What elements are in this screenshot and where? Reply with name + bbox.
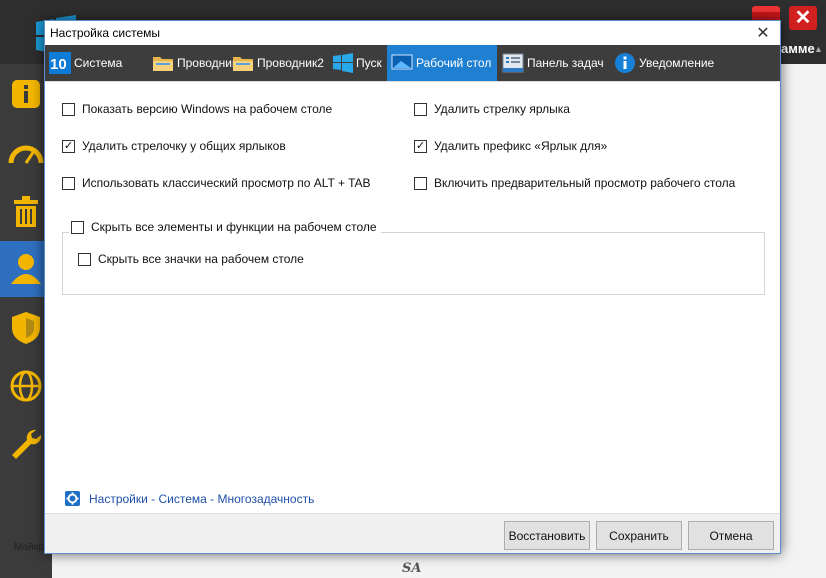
user-icon	[8, 250, 44, 289]
windows-logo-icon	[333, 52, 353, 74]
dialog-footer: Восстановить Сохранить Отмена	[45, 513, 780, 553]
tab-label: Уведомление	[639, 56, 715, 70]
checkbox-unchecked[interactable]	[414, 102, 427, 116]
shield-icon	[9, 310, 43, 349]
multitasking-settings-link[interactable]: Настройки - Система - Многозадачность	[65, 491, 314, 506]
chevron-up-icon[interactable]: ▲	[814, 44, 823, 54]
option-right-3[interactable]: Включить предварительный просмотр рабоче…	[414, 176, 735, 190]
save-button[interactable]: Сохранить	[596, 521, 682, 550]
background-title-fragment: амме	[781, 41, 815, 56]
tab-label: Проводник2	[257, 56, 324, 70]
info-icon	[9, 77, 43, 114]
tab-bar: 10 Система Проводник1 Проводник2 Пуск Рабочий…	[45, 45, 780, 81]
folder-icon	[152, 52, 174, 74]
hide-desktop-icons-option-label: Скрыть все значки на рабочем столе	[98, 252, 304, 266]
option-left-3[interactable]: Использовать классический просмотр по AL…	[62, 176, 371, 190]
globe-icon	[9, 369, 43, 406]
multitasking-link-label[interactable]: Настройки - Система - Многозадачность	[89, 492, 314, 506]
checkbox-checked[interactable]: ✓	[62, 139, 75, 153]
tab-label: Пуск	[356, 56, 382, 70]
dialog-titlebar: Настройка системы	[45, 21, 780, 45]
desktop-icon	[391, 52, 413, 74]
checkbox-unchecked[interactable]	[62, 176, 75, 190]
dialog-title: Настройка системы	[50, 26, 161, 40]
tab-label: Панель задач	[527, 56, 604, 70]
background-bottom-label: Майкр	[14, 542, 44, 553]
checkbox-unchecked[interactable]	[78, 252, 91, 266]
tab-1[interactable]: 10 Система	[45, 45, 123, 81]
checkbox-checked[interactable]: ✓	[414, 139, 427, 153]
wrench-icon	[9, 427, 43, 464]
windows10-icon: 10	[49, 52, 71, 74]
option-left-1-label: Показать версию Windows на рабочем столе	[82, 102, 333, 116]
trash-icon	[11, 195, 41, 232]
tab-label: Рабочий стол	[416, 56, 492, 70]
option-left-1[interactable]: Показать версию Windows на рабочем столе	[62, 102, 332, 116]
tab-7[interactable]: Уведомление	[610, 45, 718, 81]
option-right-1[interactable]: Удалить стрелку ярлыка	[414, 102, 570, 116]
tab-2[interactable]: Проводник1	[148, 45, 244, 81]
svg-text:10: 10	[50, 56, 67, 73]
option-right-2[interactable]: ✓ Удалить префикс «Ярлык для»	[414, 139, 607, 153]
option-left-2[interactable]: ✓ Удалить стрелочку у общих ярлыков	[62, 139, 286, 153]
tab-label: Система	[74, 56, 123, 70]
folder-icon	[232, 52, 254, 74]
desktop-settings-panel: Настройки - Система - Многозадачность По…	[45, 81, 780, 513]
gauge-icon	[8, 137, 44, 170]
watermark: SA	[402, 561, 422, 576]
settings-dialog: Настройка системы ✕ 10 Система Проводник1 П…	[44, 20, 781, 554]
option-left-2-label: Удалить стрелочку у общих ярлыков	[82, 139, 286, 153]
checkbox-unchecked[interactable]	[71, 220, 84, 234]
checkbox-unchecked[interactable]	[62, 102, 75, 116]
option-right-3-label: Включить предварительный просмотр рабоче…	[434, 176, 736, 190]
option-left-3-label: Использовать классический просмотр по AL…	[82, 176, 371, 190]
hide-all-elements-option[interactable]: Скрыть все элементы и функции на рабочем…	[69, 220, 381, 234]
cancel-button[interactable]: Отмена	[688, 521, 774, 550]
hide-desktop-icons-option[interactable]: Скрыть все значки на рабочем столе	[78, 252, 304, 266]
taskbar-icon	[502, 52, 524, 74]
tab-6[interactable]: Панель задач	[498, 45, 610, 81]
gear-icon	[65, 491, 80, 506]
tab-3[interactable]: Проводник2	[228, 45, 328, 81]
tab-5[interactable]: Рабочий стол	[387, 45, 497, 81]
background-close-button[interactable]: ✕	[789, 6, 817, 30]
tab-4[interactable]: Пуск	[329, 45, 385, 81]
option-right-2-label: Удалить префикс «Ярлык для»	[434, 139, 608, 153]
checkbox-unchecked[interactable]	[414, 176, 427, 190]
restore-button[interactable]: Восстановить	[504, 521, 590, 550]
option-right-1-label: Удалить стрелку ярлыка	[434, 102, 570, 116]
info-circle-icon	[614, 52, 636, 74]
hide-all-elements-option-label: Скрыть все элементы и функции на рабочем…	[91, 220, 377, 234]
dialog-close-button[interactable]: ✕	[754, 23, 772, 43]
